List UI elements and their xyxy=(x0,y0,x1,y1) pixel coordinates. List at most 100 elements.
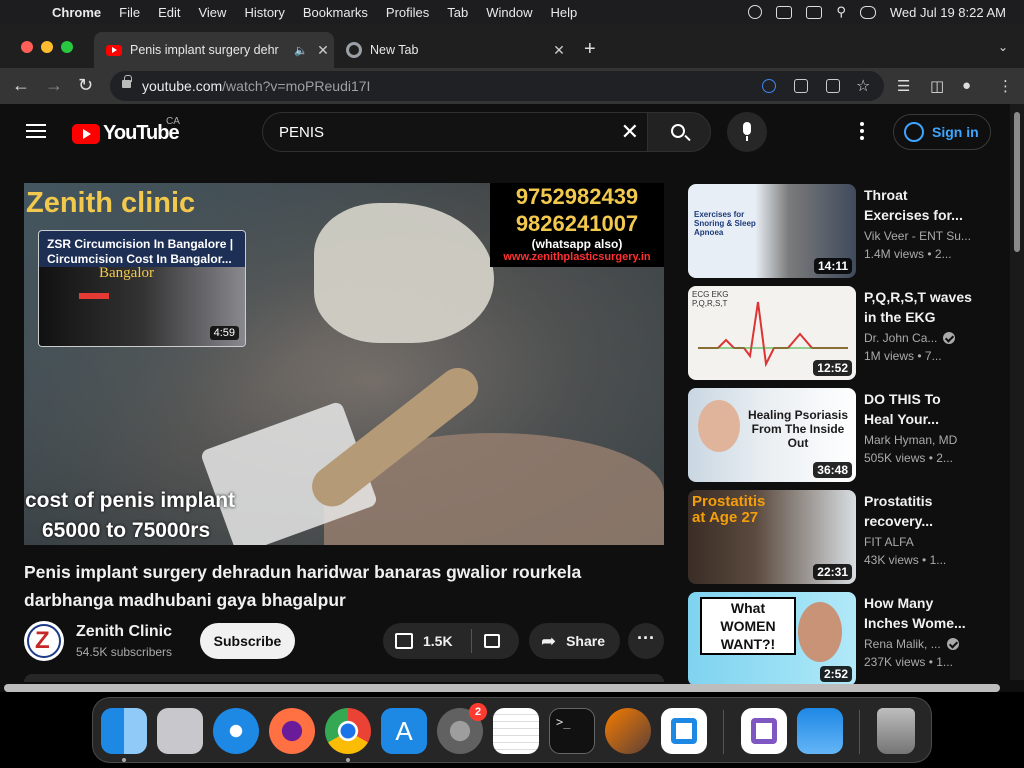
menu-profiles[interactable]: Profiles xyxy=(386,5,429,20)
like-dislike-group: 1.5K xyxy=(383,623,519,659)
play-status-icon[interactable] xyxy=(748,5,763,19)
tab-new-tab[interactable]: New Tab ✕ xyxy=(340,32,570,68)
presenter-face xyxy=(698,400,740,452)
address-bar[interactable]: youtube.com/watch?v=moPReudi17I ☆ xyxy=(110,71,884,101)
window-zoom-button[interactable] xyxy=(61,41,73,53)
finder-icon[interactable] xyxy=(101,708,147,762)
side-panel-icon[interactable]: ◫ xyxy=(930,77,944,95)
recommendation-title[interactable]: P,Q,R,S,T waves in the EKG xyxy=(864,287,972,327)
search-input[interactable]: PENIS ✕ xyxy=(262,112,648,152)
recommendation-title[interactable]: Throat Exercises for... xyxy=(864,185,972,225)
upload-age: 2... xyxy=(936,451,953,465)
firefox-icon[interactable] xyxy=(269,708,315,754)
window-minimize-button[interactable] xyxy=(41,41,53,53)
safari-icon[interactable] xyxy=(213,708,259,754)
bookmark-star-icon[interactable]: ☆ xyxy=(856,76,870,96)
thumbs-down-icon[interactable] xyxy=(483,634,500,648)
video-player[interactable]: Zenith clinic 9752982439 9826241007 (wha… xyxy=(24,183,664,545)
search-button[interactable] xyxy=(647,112,711,152)
youtube-logo[interactable]: YouTube CA xyxy=(72,116,180,145)
visual-studio-icon[interactable] xyxy=(741,708,787,754)
trash-icon[interactable] xyxy=(877,708,915,754)
channel-name[interactable]: Zenith Clinic xyxy=(76,623,172,641)
menu-edit[interactable]: Edit xyxy=(158,5,180,20)
screen-mirroring-icon[interactable] xyxy=(806,5,823,19)
textedit-icon[interactable] xyxy=(493,708,539,754)
back-arrow-icon[interactable]: ← xyxy=(12,75,30,96)
hamburger-menu-icon[interactable] xyxy=(26,124,46,138)
chrome-icon[interactable] xyxy=(325,708,371,762)
menu-help[interactable]: Help xyxy=(551,5,578,20)
recommendation-item[interactable]: What WOMEN WANT?! 2:52 How Many Inches W… xyxy=(688,592,1008,686)
recommendation-thumbnail[interactable]: Healing Psoriasis From The Inside Out 36… xyxy=(688,388,856,482)
share-page-icon[interactable] xyxy=(826,79,840,93)
recommendation-title[interactable]: DO THIS To Heal Your... xyxy=(864,389,972,429)
recommendation-item[interactable]: Prostatitis at Age 27 22:31 Prostatitis … xyxy=(688,490,1008,584)
system-settings-icon[interactable]: 2 xyxy=(437,703,487,754)
terminal-icon[interactable]: >_ xyxy=(549,708,595,754)
google-lens-icon[interactable] xyxy=(762,79,776,93)
vscode-icon[interactable] xyxy=(661,708,707,754)
menubar-clock[interactable]: Wed Jul 19 8:22 AM xyxy=(890,5,1006,20)
new-tab-plus-icon[interactable]: + xyxy=(584,38,596,61)
more-actions-button[interactable]: ··· xyxy=(628,623,664,659)
weather-icon[interactable] xyxy=(797,708,843,754)
like-count[interactable]: 1.5K xyxy=(423,633,453,649)
install-app-icon[interactable] xyxy=(794,79,808,93)
recommendation-thumbnail[interactable]: Exercises for Snoring & Sleep Apnoea 14:… xyxy=(688,184,856,278)
tab-close-icon[interactable]: ✕ xyxy=(312,42,334,59)
vertical-scrollbar[interactable] xyxy=(1010,104,1024,680)
scrollbar-thumb[interactable] xyxy=(1014,112,1020,252)
url-text[interactable]: youtube.com/watch?v=moPReudi17I xyxy=(142,78,370,94)
subscribe-button[interactable]: Subscribe xyxy=(200,623,295,659)
menu-tab[interactable]: Tab xyxy=(447,5,468,20)
reload-icon[interactable]: ↻ xyxy=(78,75,93,96)
voice-search-mic-icon[interactable] xyxy=(727,112,767,152)
forward-arrow-icon[interactable]: → xyxy=(45,75,63,96)
clear-search-icon[interactable]: ✕ xyxy=(621,119,639,145)
keyboard-icon[interactable] xyxy=(776,5,793,19)
share-button[interactable]: ➦ Share xyxy=(529,623,620,659)
menu-app-name[interactable]: Chrome xyxy=(52,5,101,20)
channel-avatar[interactable] xyxy=(24,621,64,661)
video-title: Penis implant surgery dehradun haridwar … xyxy=(24,562,582,610)
tab-close-icon[interactable]: ✕ xyxy=(548,42,570,59)
recommendation-title[interactable]: How Many Inches Wome... xyxy=(864,593,972,633)
garageband-icon[interactable] xyxy=(605,708,651,754)
menu-window[interactable]: Window xyxy=(486,5,532,20)
spotlight-search-icon[interactable]: ⚲ xyxy=(836,4,846,20)
control-center-icon[interactable] xyxy=(859,5,876,19)
end-screen-video-card[interactable]: Bangalor ZSR Circumcision In Bangalore |… xyxy=(38,230,246,347)
profile-icon[interactable]: ● xyxy=(962,77,971,94)
launchpad-icon[interactable] xyxy=(157,708,203,754)
menu-history[interactable]: History xyxy=(244,5,284,20)
tab-youtube-video[interactable]: Penis implant surgery dehr 🔈 ✕ xyxy=(94,32,334,68)
search-query: PENIS xyxy=(279,124,325,141)
horizontal-scrollbar[interactable] xyxy=(4,684,1000,692)
recommendation-title[interactable]: Prostatitis recovery... xyxy=(864,491,972,531)
lock-icon[interactable] xyxy=(122,75,132,88)
menu-bookmarks[interactable]: Bookmarks xyxy=(303,5,368,20)
menu-view[interactable]: View xyxy=(198,5,226,20)
window-close-button[interactable] xyxy=(21,41,33,53)
menu-file[interactable]: File xyxy=(119,5,140,20)
video-duration: 12:52 xyxy=(813,360,852,376)
recommendation-thumbnail[interactable]: What WOMEN WANT?! 2:52 xyxy=(688,592,856,686)
chrome-menu-icon[interactable]: ⋮ xyxy=(998,77,1013,95)
recommendation-item[interactable]: Exercises for Snoring & Sleep Apnoea 14:… xyxy=(688,184,1008,278)
media-controls-icon[interactable]: ☰ xyxy=(897,77,910,95)
settings-kebab-icon[interactable] xyxy=(860,122,864,140)
app-store-icon[interactable]: A xyxy=(381,708,427,754)
recommendation-item[interactable]: Healing Psoriasis From The Inside Out 36… xyxy=(688,388,1008,482)
tab-search-chevron-icon[interactable]: ⌄ xyxy=(998,40,1008,54)
speaker-icon[interactable]: 🔈 xyxy=(294,44,308,57)
recommendation-item[interactable]: ECG EKG P,Q,R,S,T 12:52 P,Q,R,S,T waves … xyxy=(688,286,1008,380)
thumbnail-text: Healing Psoriasis From The Inside Out xyxy=(747,408,849,450)
description-box[interactable] xyxy=(24,674,664,682)
notification-badge: 2 xyxy=(469,703,487,721)
recommendation-meta: 43K views • 1... xyxy=(864,553,947,567)
thumbs-up-icon[interactable] xyxy=(395,633,413,649)
recommendation-thumbnail[interactable]: Prostatitis at Age 27 22:31 xyxy=(688,490,856,584)
recommendation-thumbnail[interactable]: ECG EKG P,Q,R,S,T 12:52 xyxy=(688,286,856,380)
sign-in-button[interactable]: Sign in xyxy=(893,114,991,150)
